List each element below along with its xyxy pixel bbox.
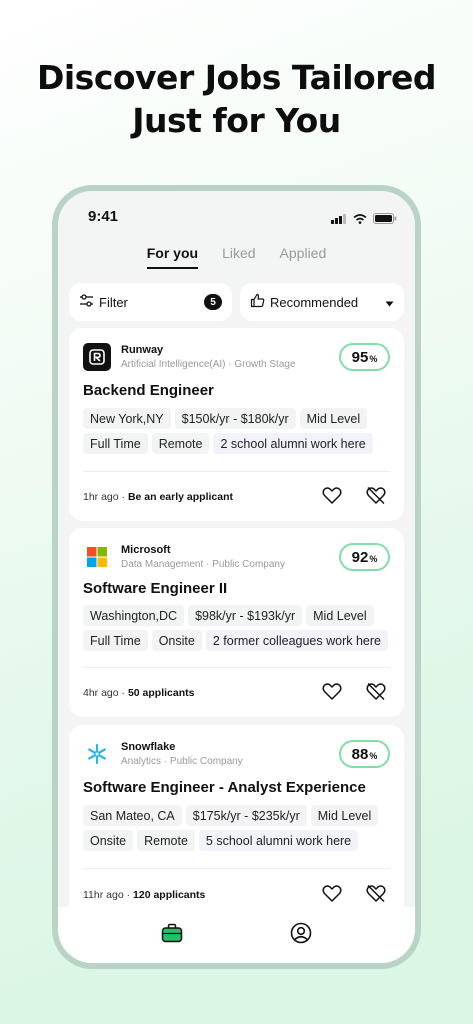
workplace-tag: Onsite <box>151 630 202 651</box>
bottom-nav <box>58 907 415 963</box>
type-tag: Full Time <box>83 433 148 454</box>
card-actions <box>322 884 386 903</box>
level-tag: Mid Level <box>310 805 379 826</box>
snowflake-logo-icon <box>83 740 111 768</box>
job-title[interactable]: Software Engineer II <box>83 580 227 597</box>
filter-row: Filter 5 Recommended <box>69 283 404 321</box>
runway-logo-icon <box>83 343 111 371</box>
salary-tag: $175k/yr - $235k/yr <box>185 805 307 826</box>
job-card[interactable]: Snowflake Analytics · Public Company 88%… <box>69 725 404 925</box>
location-tag: San Mateo, CA <box>83 805 182 826</box>
status-icons <box>331 211 397 229</box>
match-unit: % <box>369 750 378 761</box>
company-meta: Analytics · Public Company <box>121 756 243 767</box>
location-tag: New York,NY <box>83 408 171 429</box>
posted-time: 1hr ago · <box>83 491 126 503</box>
status-bar: 9:41 <box>58 191 415 237</box>
company-header: Microsoft Data Management · Public Compa… <box>83 543 285 571</box>
headline-line-2: Just for You <box>132 101 341 140</box>
posted-time: 4hr ago · <box>83 687 126 699</box>
location-tag: Washington,DC <box>83 605 185 626</box>
company-name: Runway <box>121 344 164 356</box>
match-unit: % <box>369 553 378 564</box>
connection-tag: 2 school alumni work here <box>213 433 373 454</box>
job-card[interactable]: Runway Artificial Intelligence(AI) · Gro… <box>69 328 404 521</box>
tag-list: Washington,DC $98k/yr - $193k/yr Mid Lev… <box>83 605 393 651</box>
filter-icon <box>79 294 94 310</box>
company-meta: Artificial Intelligence(AI) · Growth Sta… <box>121 359 296 370</box>
tab-for-you[interactable]: For you <box>146 245 199 269</box>
thumbs-up-icon <box>250 293 265 311</box>
caret-down-icon <box>385 295 394 310</box>
match-score: 88% <box>339 740 390 768</box>
match-score: 92% <box>339 543 390 571</box>
microsoft-logo-icon <box>83 543 111 571</box>
battery-icon <box>373 211 397 229</box>
briefcase-icon[interactable] <box>161 923 183 948</box>
heart-icon[interactable] <box>322 884 342 903</box>
company-name: Snowflake <box>121 741 176 753</box>
level-tag: Mid Level <box>299 408 368 429</box>
tag-list: San Mateo, CA $175k/yr - $235k/yr Mid Le… <box>83 805 393 851</box>
card-divider <box>83 868 390 869</box>
filter-count-badge: 5 <box>204 294 222 310</box>
filter-label: Filter <box>99 294 128 310</box>
headline: Discover Jobs Tailored Just for You <box>0 56 473 142</box>
match-unit: % <box>369 353 378 364</box>
applicant-count: 120 applicants <box>133 889 206 901</box>
workplace-tag-secondary: Remote <box>137 830 195 851</box>
match-score: 95% <box>339 343 390 371</box>
card-footer: 4hr ago · 50 applicants <box>83 687 194 699</box>
level-tag: Mid Level <box>306 605 374 626</box>
company-header: Runway Artificial Intelligence(AI) · Gro… <box>83 343 296 371</box>
phone-frame: 9:41 For you Liked Applied Filter 5 Reco… <box>52 185 421 969</box>
applicant-status: Be an early applicant <box>127 491 233 503</box>
sort-dropdown[interactable]: Recommended <box>240 283 404 321</box>
job-title[interactable]: Software Engineer - Analyst Experience <box>83 779 366 796</box>
match-value: 88 <box>351 745 369 763</box>
filter-button[interactable]: Filter 5 <box>69 283 232 321</box>
salary-tag: $150k/yr - $180k/yr <box>174 408 296 429</box>
status-time: 9:41 <box>88 208 119 225</box>
tab-liked[interactable]: Liked <box>222 245 255 269</box>
tab-applied[interactable]: Applied <box>280 245 327 269</box>
card-divider <box>83 471 390 472</box>
match-value: 92 <box>351 548 369 566</box>
connection-tag: 5 school alumni work here <box>198 830 359 851</box>
connection-tag: 2 former colleagues work here <box>205 630 388 651</box>
posted-time: 11hr ago · <box>83 889 131 901</box>
card-actions <box>322 682 386 701</box>
not-interested-icon[interactable] <box>366 486 386 505</box>
card-footer: 1hr ago · Be an early applicant <box>83 491 233 503</box>
signal-icon <box>331 211 347 229</box>
heart-icon[interactable] <box>322 682 342 701</box>
not-interested-icon[interactable] <box>366 682 386 701</box>
heart-icon[interactable] <box>322 486 342 505</box>
company-header: Snowflake Analytics · Public Company <box>83 740 243 768</box>
tag-list: New York,NY $150k/yr - $180k/yr Mid Leve… <box>83 408 393 454</box>
job-card[interactable]: Microsoft Data Management · Public Compa… <box>69 528 404 717</box>
company-meta: Data Management · Public Company <box>121 559 285 570</box>
salary-tag: $98k/yr - $193k/yr <box>188 605 303 626</box>
card-footer: 11hr ago · 120 applicants <box>83 889 205 901</box>
job-title[interactable]: Backend Engineer <box>83 382 214 399</box>
not-interested-icon[interactable] <box>366 884 386 903</box>
match-value: 95 <box>351 348 369 366</box>
type-tag: Full Time <box>83 630 148 651</box>
card-actions <box>322 486 386 505</box>
workplace-tag: Onsite <box>83 830 134 851</box>
wifi-icon <box>353 211 367 229</box>
applicant-count: 50 applicants <box>127 687 195 699</box>
workplace-tag: Remote <box>151 433 210 454</box>
profile-icon[interactable] <box>290 922 312 949</box>
headline-line-1: Discover Jobs Tailored <box>36 58 437 97</box>
card-divider <box>83 667 390 668</box>
tab-bar: For you Liked Applied <box>58 245 415 269</box>
sort-label: Recommended <box>270 294 359 310</box>
company-name: Microsoft <box>121 544 171 556</box>
